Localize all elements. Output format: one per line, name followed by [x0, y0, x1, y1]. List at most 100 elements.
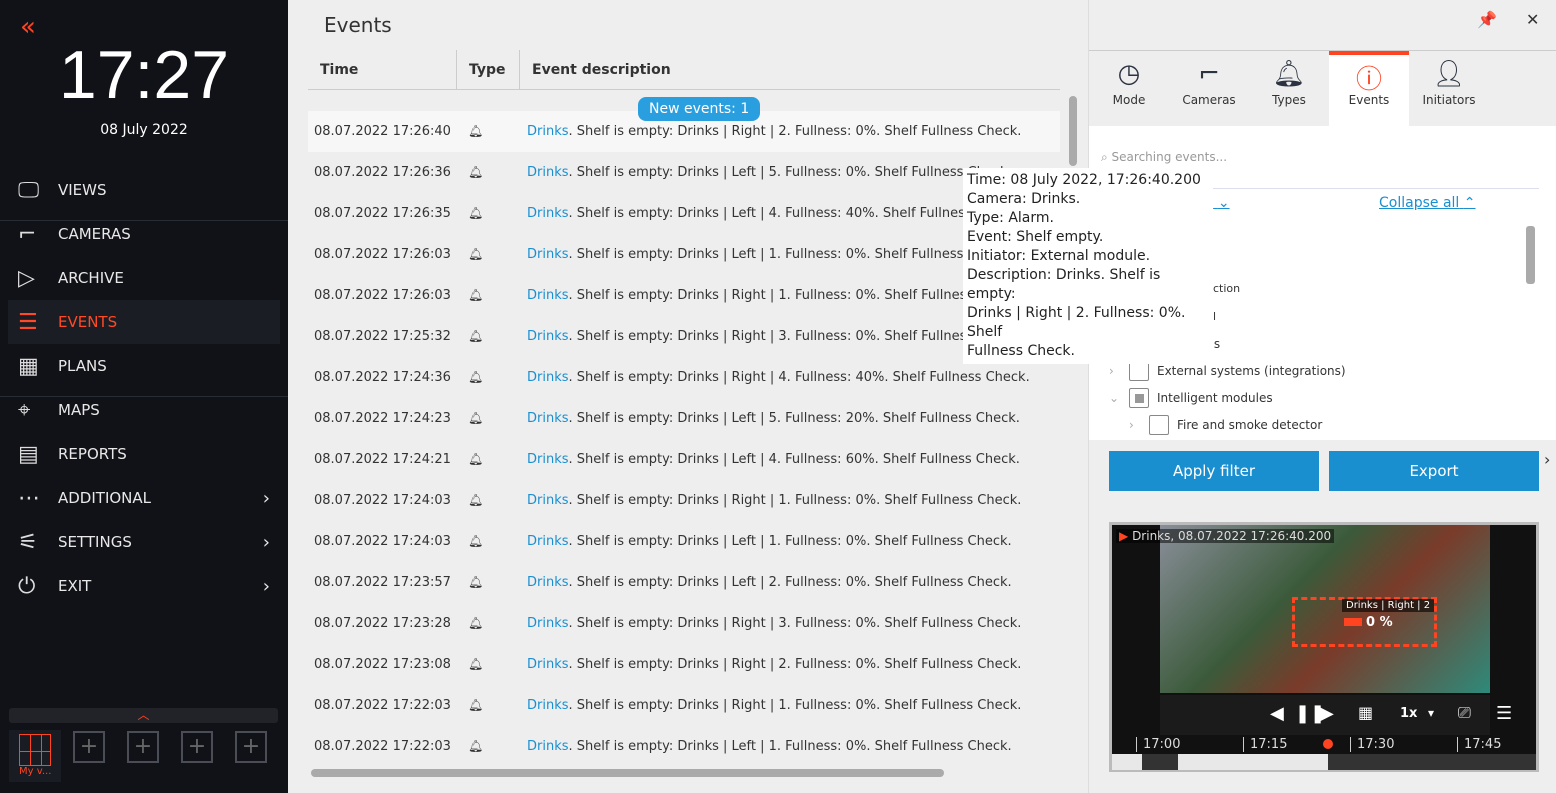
- camera-link[interactable]: Drinks: [527, 616, 569, 631]
- checkbox[interactable]: [1129, 388, 1149, 408]
- timeline-track[interactable]: [1112, 754, 1536, 770]
- camera-link[interactable]: Drinks: [527, 165, 569, 180]
- sidebar-item-views[interactable]: 🖵 VIEWS: [8, 168, 280, 212]
- sidebar-item-archive[interactable]: ▷ ARCHIVE: [8, 256, 280, 300]
- tab-initiators[interactable]: 👤︎ Initiators: [1409, 51, 1489, 127]
- add-layout-button[interactable]: +: [73, 731, 105, 763]
- event-time: 08.07.2022 17:26:36: [314, 165, 451, 180]
- sidebar-item-exit[interactable]: ⏻ EXIT ›: [8, 564, 280, 608]
- playhead[interactable]: [1323, 739, 1333, 749]
- table-row[interactable]: 08.07.2022 17:23:57 🔔︎ Drinks. Shelf is em…: [308, 562, 1060, 603]
- tab-label: Mode: [1112, 93, 1146, 107]
- tooltip-line: Time: 08 July 2022, 17:26:40.200: [967, 172, 1201, 188]
- tab-label: Initiators: [1422, 93, 1476, 107]
- event-description: Drinks. Shelf is empty: Drinks | Right |…: [527, 657, 1022, 672]
- layout-my-view[interactable]: My v...: [9, 730, 61, 782]
- table-row[interactable]: 08.07.2022 17:24:23 🔔︎ Drinks. Shelf is em…: [308, 398, 1060, 439]
- table-row[interactable]: 08.07.2022 17:24:21 🔔︎ Drinks. Shelf is em…: [308, 439, 1060, 480]
- camera-link[interactable]: Drinks: [527, 411, 569, 426]
- camera-link[interactable]: Drinks: [527, 288, 569, 303]
- calendar-icon[interactable]: ▦: [1358, 703, 1373, 722]
- table-row[interactable]: 08.07.2022 17:26:35 🔔︎ Drinks. Shelf is em…: [308, 193, 1060, 234]
- table-row[interactable]: 08.07.2022 17:23:08 🔔︎ Drinks. Shelf is em…: [308, 644, 1060, 685]
- table-header: Time Type Event description: [308, 50, 1060, 90]
- camera-link[interactable]: Drinks: [527, 247, 569, 262]
- apply-filter-button[interactable]: Apply filter: [1109, 451, 1319, 491]
- filter-panel: 📌 ✕ ◷ Mode ⌐ Cameras 🔔︎ Types ⓘ Events 👤︎ Ini…: [1088, 0, 1556, 793]
- speed-select[interactable]: 1x: [1400, 706, 1417, 721]
- checkbox[interactable]: [1129, 361, 1149, 381]
- prev-frame-icon[interactable]: ◀: [1270, 703, 1284, 724]
- tree-item-intelligent-modules[interactable]: ⌄ Intelligent modules: [1109, 388, 1273, 408]
- table-row[interactable]: 08.07.2022 17:22:03 🔔︎ Drinks. Shelf is em…: [308, 726, 1060, 767]
- camera-link[interactable]: Drinks: [527, 206, 569, 221]
- snapshot-icon[interactable]: ⎚: [1458, 703, 1471, 723]
- search-input[interactable]: ⌕ Searching events...: [1101, 150, 1227, 165]
- sidebar-item-events[interactable]: ☰ EVENTS: [8, 300, 280, 344]
- tab-events[interactable]: ⓘ Events: [1329, 51, 1409, 127]
- menu-icon[interactable]: ☰: [1496, 703, 1512, 724]
- column-description[interactable]: Event description: [520, 50, 1060, 90]
- chevron-right-icon[interactable]: ›: [1544, 450, 1550, 469]
- close-icon[interactable]: ✕: [1526, 10, 1539, 29]
- sidebar-item-maps[interactable]: ⌖ MAPS: [8, 388, 280, 432]
- export-button[interactable]: Export: [1329, 451, 1539, 491]
- collapse-all-link[interactable]: Collapse all ⌃: [1379, 195, 1476, 211]
- camera-link[interactable]: Drinks: [527, 124, 569, 139]
- tick-label: 17:45: [1457, 737, 1501, 752]
- table-row[interactable]: 08.07.2022 17:26:36 🔔︎ Drinks. Shelf is em…: [308, 152, 1060, 193]
- sidebar-item-additional[interactable]: ⋯ ADDITIONAL ›: [8, 476, 280, 520]
- column-type[interactable]: Type: [457, 50, 520, 90]
- new-events-badge[interactable]: New events: 1: [638, 97, 761, 121]
- event-time: 08.07.2022 17:24:23: [314, 411, 451, 426]
- sidebar-item-cameras[interactable]: ⌐ CAMERAS: [8, 212, 280, 256]
- table-row[interactable]: 08.07.2022 17:24:03 🔔︎ Drinks. Shelf is em…: [308, 480, 1060, 521]
- camera-link[interactable]: Drinks: [527, 452, 569, 467]
- tree-item-fragment: l: [1213, 310, 1217, 323]
- sidebar-item-label: SETTINGS: [58, 533, 132, 551]
- camera-link[interactable]: Drinks: [527, 698, 569, 713]
- alarm-bell-icon: 🔔︎: [468, 534, 484, 548]
- table-row[interactable]: 08.07.2022 17:26:03 🔔︎ Drinks. Shelf is em…: [308, 275, 1060, 316]
- tab-mode[interactable]: ◷ Mode: [1089, 51, 1169, 127]
- tree-item-fire-smoke[interactable]: › Fire and smoke detector: [1129, 415, 1322, 435]
- add-layout-button[interactable]: +: [127, 731, 159, 763]
- vertical-scrollbar[interactable]: [1069, 96, 1077, 166]
- next-frame-icon[interactable]: ▶: [1320, 703, 1334, 724]
- event-description: Drinks. Shelf is empty: Drinks | Right |…: [527, 370, 1030, 385]
- checkbox[interactable]: [1149, 415, 1169, 435]
- table-row[interactable]: 08.07.2022 17:26:03 🔔︎ Drinks. Shelf is em…: [308, 234, 1060, 275]
- camera-link[interactable]: Drinks: [527, 370, 569, 385]
- sidebar-item-plans[interactable]: ▦ PLANS: [8, 344, 280, 388]
- tab-cameras[interactable]: ⌐ Cameras: [1169, 51, 1249, 127]
- expand-layouts-button[interactable]: ︿: [9, 708, 278, 723]
- user-icon: 👤︎: [1432, 59, 1466, 89]
- table-row[interactable]: 08.07.2022 17:22:03 🔔︎ Drinks. Shelf is em…: [308, 685, 1060, 726]
- maps-icon: ⌖: [18, 397, 31, 423]
- tree-item-external-systems[interactable]: › External systems (integrations): [1109, 361, 1346, 381]
- camera-link[interactable]: Drinks: [527, 657, 569, 672]
- sidebar-item-settings[interactable]: ⚟ SETTINGS ›: [8, 520, 280, 564]
- filter-scrollbar[interactable]: [1526, 226, 1535, 284]
- camera-link[interactable]: Drinks: [527, 493, 569, 508]
- camera-link[interactable]: Drinks: [527, 575, 569, 590]
- camera-link[interactable]: Drinks: [527, 739, 569, 754]
- camera-link[interactable]: Drinks: [527, 534, 569, 549]
- add-layout-button[interactable]: +: [235, 731, 267, 763]
- tab-types[interactable]: 🔔︎ Types: [1249, 51, 1329, 127]
- horizontal-scrollbar[interactable]: [311, 769, 944, 777]
- table-row[interactable]: 08.07.2022 17:25:32 🔔︎ Drinks. Shelf is em…: [308, 316, 1060, 357]
- pin-icon[interactable]: 📌: [1477, 10, 1497, 29]
- table-row[interactable]: 08.07.2022 17:23:28 🔔︎ Drinks. Shelf is em…: [308, 603, 1060, 644]
- chevron-right-icon: ›: [262, 531, 270, 553]
- event-time: 08.07.2022 17:26:03: [314, 247, 451, 262]
- sidebar-item-reports[interactable]: ▤ REPORTS: [8, 432, 280, 476]
- table-row[interactable]: 08.07.2022 17:24:03 🔔︎ Drinks. Shelf is em…: [308, 521, 1060, 562]
- video-player[interactable]: ▶ Drinks, 08.07.2022 17:26:40.200 Drinks…: [1109, 522, 1539, 772]
- camera-link[interactable]: Drinks: [527, 329, 569, 344]
- table-row[interactable]: 08.07.2022 17:24:36 🔔︎ Drinks. Shelf is em…: [308, 357, 1060, 398]
- add-layout-button[interactable]: +: [181, 731, 213, 763]
- column-time[interactable]: Time: [308, 50, 457, 90]
- page-title: Events: [324, 13, 392, 37]
- dropdown-icon[interactable]: ▾: [1428, 706, 1434, 720]
